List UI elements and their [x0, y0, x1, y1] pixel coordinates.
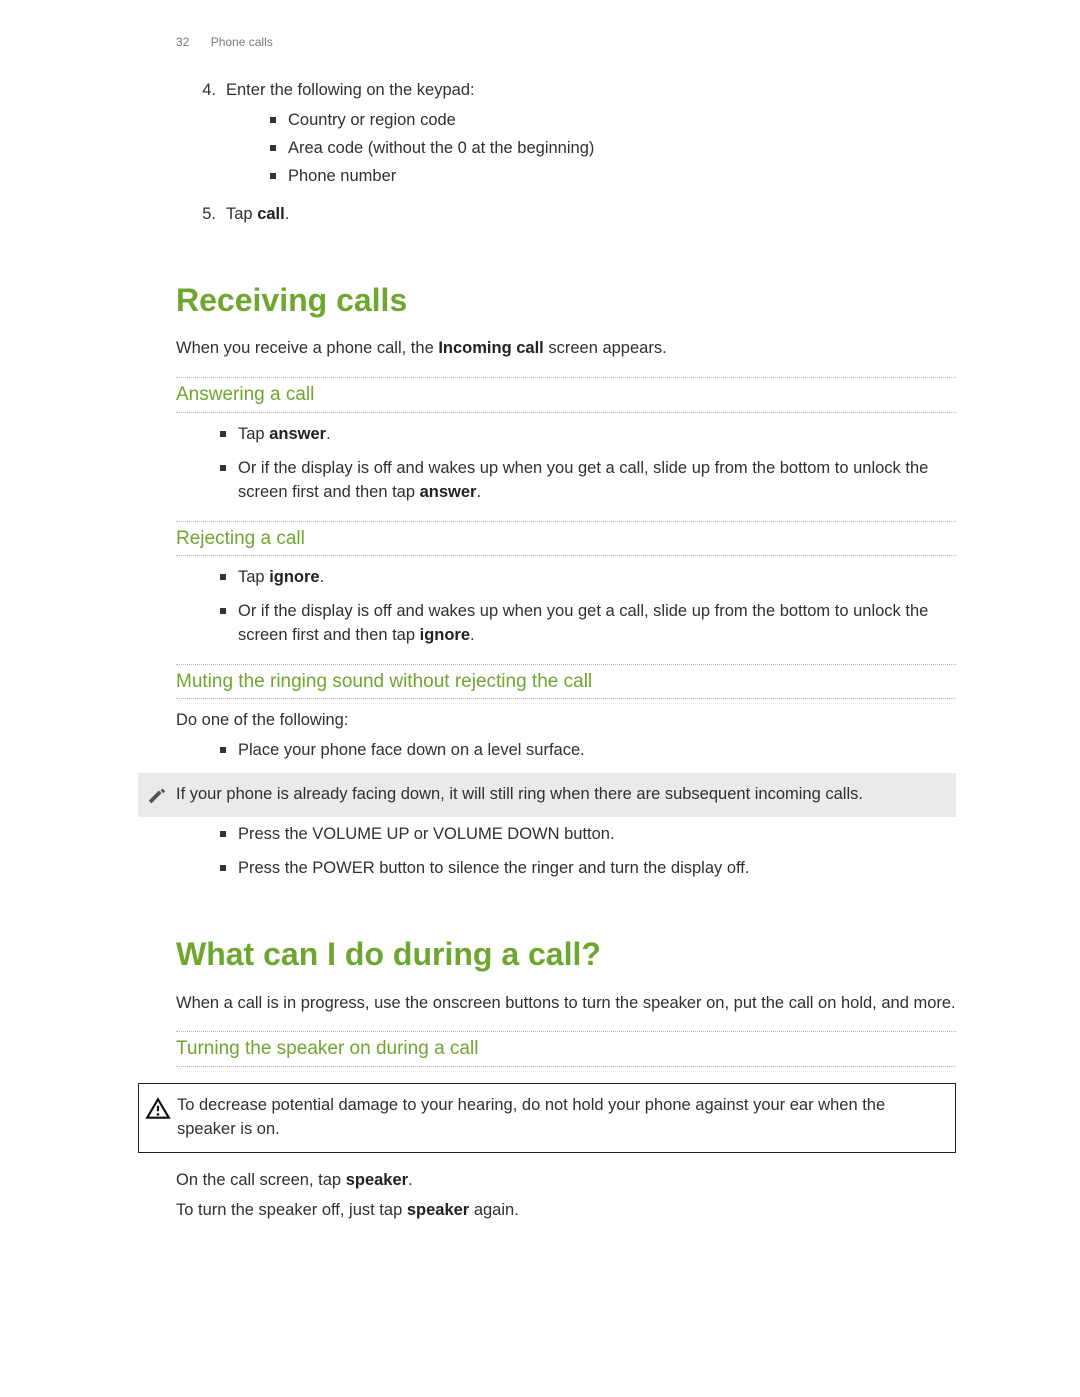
- bullet-icon: [220, 831, 226, 837]
- subheading-rejecting: Rejecting a call: [176, 521, 956, 557]
- subheading-speaker: Turning the speaker on during a call: [176, 1031, 956, 1067]
- step-4-sublist: Country or region code Area code (withou…: [226, 109, 956, 189]
- receiving-intro: When you receive a phone call, the Incom…: [176, 337, 956, 361]
- rejecting-list: Tap ignore. Or if the display is off and…: [176, 566, 956, 648]
- bullet-icon: [220, 574, 226, 580]
- answering-list: Tap answer. Or if the display is off and…: [176, 423, 956, 505]
- list-item: Place your phone face down on a level su…: [220, 739, 956, 763]
- bullet-icon: [220, 465, 226, 471]
- subheading-answering: Answering a call: [176, 377, 956, 413]
- step-4: 4. Enter the following on the keypad: Co…: [176, 79, 956, 197]
- bullet-icon: [270, 173, 276, 179]
- list-item: Tap answer.: [220, 423, 956, 447]
- pencil-icon: [138, 783, 176, 807]
- subheading-muting: Muting the ringing sound without rejecti…: [176, 664, 956, 700]
- step-marker: 5.: [176, 203, 226, 227]
- bullet-icon: [270, 145, 276, 151]
- list-item: Tap ignore.: [220, 566, 956, 590]
- step-marker: 4.: [176, 79, 226, 197]
- bullet-icon: [220, 431, 226, 437]
- list-item: Area code (without the 0 at the beginnin…: [270, 137, 956, 161]
- note-box: If your phone is already facing down, it…: [138, 773, 956, 817]
- list-item: Country or region code: [270, 109, 956, 133]
- warning-box: To decrease potential damage to your hea…: [138, 1083, 956, 1153]
- bullet-icon: [220, 747, 226, 753]
- warning-icon: [139, 1094, 177, 1122]
- list-item: Phone number: [270, 165, 956, 189]
- bullet-icon: [220, 865, 226, 871]
- heading-during-call: What can I do during a call?: [176, 931, 956, 977]
- running-header: 32 Phone calls: [176, 34, 956, 51]
- speaker-off-text: To turn the speaker off, just tap speake…: [176, 1199, 956, 1223]
- muting-list-1: Place your phone face down on a level su…: [176, 739, 956, 763]
- heading-receiving-calls: Receiving calls: [176, 277, 956, 323]
- page-number: 32: [176, 35, 189, 49]
- muting-list-2: Press the VOLUME UP or VOLUME DOWN butto…: [176, 823, 956, 881]
- list-item: Press the POWER button to silence the ri…: [220, 857, 956, 881]
- step-text: Enter the following on the keypad:: [226, 81, 475, 99]
- bullet-icon: [220, 608, 226, 614]
- page: 32 Phone calls 4. Enter the following on…: [0, 0, 1080, 1397]
- during-intro: When a call is in progress, use the onsc…: [176, 992, 956, 1016]
- step-5: 5. Tap call.: [176, 203, 956, 227]
- note-text: If your phone is already facing down, it…: [176, 783, 942, 807]
- list-item: Press the VOLUME UP or VOLUME DOWN butto…: [220, 823, 956, 847]
- section-label: Phone calls: [211, 35, 273, 49]
- list-item: Or if the display is off and wakes up wh…: [220, 600, 956, 648]
- warning-text: To decrease potential damage to your hea…: [177, 1094, 941, 1142]
- numbered-steps: 4. Enter the following on the keypad: Co…: [176, 79, 956, 227]
- muting-lead: Do one of the following:: [176, 709, 956, 733]
- speaker-on-text: On the call screen, tap speaker.: [176, 1169, 956, 1193]
- bullet-icon: [270, 117, 276, 123]
- list-item: Or if the display is off and wakes up wh…: [220, 457, 956, 505]
